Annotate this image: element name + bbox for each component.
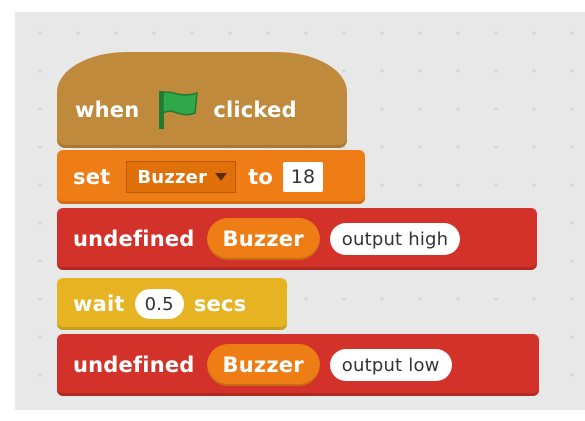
block-label: undefined — [73, 353, 195, 377]
block-label: undefined — [73, 227, 195, 251]
set-label: set — [73, 165, 111, 189]
state-input[interactable]: output high — [329, 223, 461, 255]
state-input[interactable]: output low — [329, 349, 452, 381]
set-variable-block[interactable]: set Buzzer to 18 — [57, 150, 365, 204]
dropdown-arrow-icon — [215, 173, 228, 181]
when-label: when — [75, 98, 140, 122]
wait-block[interactable]: wait 0.5 secs — [57, 278, 287, 330]
green-flag-icon — [155, 89, 199, 131]
value-input[interactable]: 18 — [283, 162, 324, 192]
pin-reporter[interactable]: Buzzer — [206, 218, 320, 260]
output-low-block[interactable]: undefined Buzzer output low — [57, 334, 539, 396]
secs-label: secs — [193, 292, 247, 316]
variable-dropdown[interactable]: Buzzer — [126, 161, 237, 193]
wait-label: wait — [73, 292, 125, 316]
scripts-area[interactable]: when clicked set Buzzer to 18 undefined … — [15, 12, 585, 410]
to-label: to — [248, 165, 274, 189]
output-high-block[interactable]: undefined Buzzer output high — [57, 208, 537, 270]
seconds-input[interactable]: 0.5 — [134, 289, 184, 319]
when-flag-clicked-block[interactable]: when clicked — [57, 52, 347, 148]
variable-name: Buzzer — [137, 166, 208, 188]
pin-reporter[interactable]: Buzzer — [206, 344, 320, 386]
clicked-label: clicked — [213, 98, 297, 122]
